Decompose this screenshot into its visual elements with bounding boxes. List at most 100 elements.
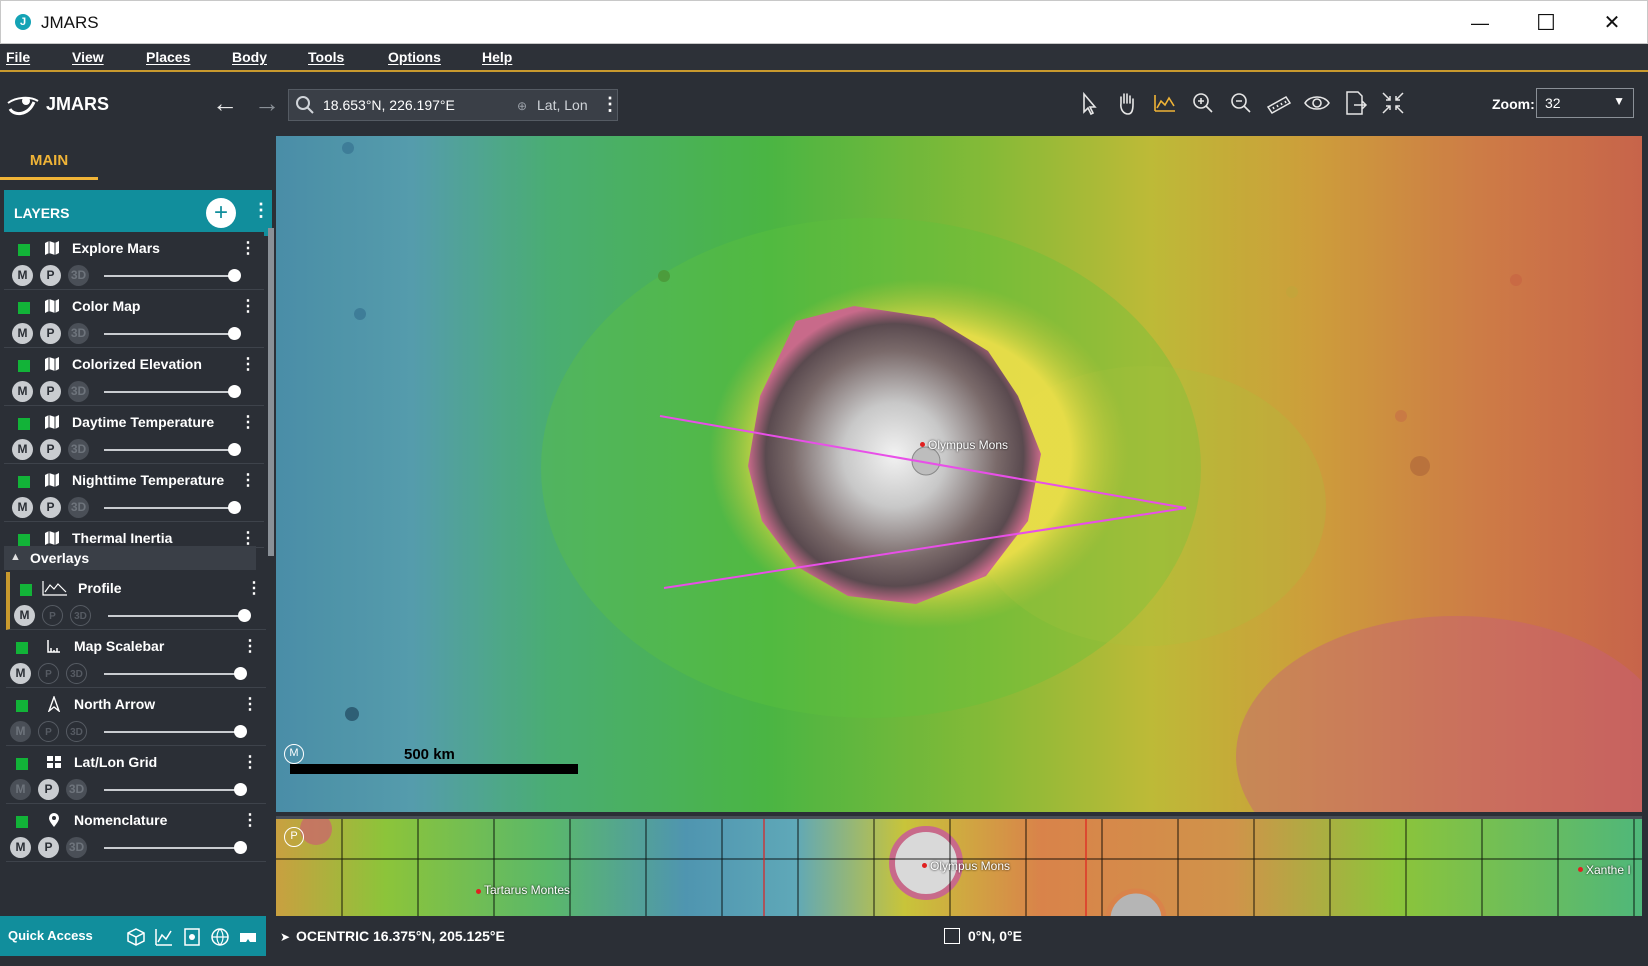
opacity-slider-knob[interactable] <box>234 783 247 796</box>
overlay-row[interactable]: North Arrow ⋮ M P 3D <box>6 688 266 746</box>
zoom-select[interactable]: 32 ▼ <box>1536 88 1634 118</box>
dashboard-icon[interactable] <box>182 927 202 947</box>
panner-view-toggle[interactable]: P <box>40 323 61 344</box>
main-view-toggle[interactable]: M <box>12 323 33 344</box>
chart-icon[interactable] <box>154 927 174 947</box>
layer-visibility-checkbox[interactable] <box>18 418 30 430</box>
menu-file[interactable]: File <box>6 49 30 65</box>
opacity-slider-knob[interactable] <box>234 841 247 854</box>
layer-visibility-checkbox[interactable] <box>18 476 30 488</box>
panner-view[interactable]: P Tartarus Montes Olympus Mons Xanthe I <box>276 816 1642 916</box>
zoom-in-icon[interactable] <box>1188 88 1218 118</box>
panner-view-toggle[interactable]: P <box>38 779 59 800</box>
3d-view-toggle[interactable]: 3D <box>68 381 89 402</box>
zoom-out-icon[interactable] <box>1226 88 1256 118</box>
3d-view-toggle[interactable]: 3D <box>68 497 89 518</box>
close-button[interactable]: ✕ <box>1589 5 1635 41</box>
opacity-slider-knob[interactable] <box>228 269 241 282</box>
layer-more-icon[interactable]: ⋮ <box>242 636 258 656</box>
minimize-button[interactable]: — <box>1457 5 1503 41</box>
3d-view-toggle[interactable]: 3D <box>68 323 89 344</box>
overlays-header[interactable]: ▲ Overlays <box>4 546 256 570</box>
layers-more-icon[interactable]: ⋮ <box>252 200 270 221</box>
add-layer-button[interactable]: + <box>206 198 236 228</box>
opacity-slider-knob[interactable] <box>228 327 241 340</box>
layer-more-icon[interactable]: ⋮ <box>242 810 258 830</box>
panner-view-toggle[interactable]: P <box>40 497 61 518</box>
layer-visibility-checkbox[interactable] <box>18 244 30 256</box>
forward-button[interactable]: → <box>254 88 280 119</box>
layer-row[interactable]: Thermal Inertia ⋮ <box>4 522 264 548</box>
layer-row[interactable]: Nighttime Temperature ⋮ M P 3D <box>4 464 264 522</box>
layer-more-icon[interactable]: ⋮ <box>240 470 256 490</box>
layer-visibility-checkbox[interactable] <box>18 360 30 372</box>
menu-places[interactable]: Places <box>146 49 190 65</box>
layer-more-icon[interactable]: ⋮ <box>246 578 262 598</box>
opacity-slider-knob[interactable] <box>228 385 241 398</box>
profile-chart-icon[interactable] <box>1150 88 1180 118</box>
layer-more-icon[interactable]: ⋮ <box>240 296 256 316</box>
search-more-icon[interactable]: ⋮ <box>601 94 619 115</box>
layer-visibility-checkbox[interactable] <box>18 302 30 314</box>
main-view-toggle[interactable]: M <box>10 663 31 684</box>
vr-headset-icon[interactable] <box>238 927 258 947</box>
export-icon[interactable] <box>1340 88 1370 118</box>
main-view-toggle[interactable]: M <box>12 497 33 518</box>
layer-visibility-checkbox[interactable] <box>16 816 28 828</box>
layer-visibility-checkbox[interactable] <box>20 584 32 596</box>
layer-row[interactable]: Explore Mars ⋮ M P 3D <box>4 232 264 290</box>
opacity-slider[interactable] <box>104 275 236 277</box>
opacity-slider-knob[interactable] <box>238 609 251 622</box>
opacity-slider-knob[interactable] <box>234 725 247 738</box>
opacity-slider-knob[interactable] <box>228 501 241 514</box>
overlay-row[interactable]: Profile ⋮ M P 3D <box>6 572 266 630</box>
layer-more-icon[interactable]: ⋮ <box>242 694 258 714</box>
main-map-view[interactable]: Olympus Mons 500 km M <box>276 136 1642 812</box>
layers-scrollbar[interactable] <box>268 228 274 556</box>
layer-visibility-checkbox[interactable] <box>16 700 28 712</box>
main-view-toggle[interactable]: M <box>14 605 35 626</box>
layer-more-icon[interactable]: ⋮ <box>240 528 256 548</box>
tab-main[interactable]: MAIN <box>0 144 98 180</box>
panner-view-toggle[interactable]: P <box>40 265 61 286</box>
menu-options[interactable]: Options <box>388 49 441 65</box>
pointer-icon[interactable] <box>1074 88 1104 118</box>
menu-tools[interactable]: Tools <box>308 49 344 65</box>
overlay-row[interactable]: Lat/Lon Grid ⋮ M P 3D <box>6 746 266 804</box>
maximize-button[interactable]: ☐ <box>1523 5 1569 41</box>
back-button[interactable]: ← <box>212 88 238 119</box>
fit-icon[interactable] <box>1378 88 1408 118</box>
opacity-slider-knob[interactable] <box>234 667 247 680</box>
layer-more-icon[interactable]: ⋮ <box>240 238 256 258</box>
3d-view-toggle[interactable]: 3D <box>66 837 87 858</box>
opacity-slider[interactable] <box>104 847 236 849</box>
opacity-slider[interactable] <box>104 391 236 393</box>
main-view-toggle[interactable]: M <box>10 837 31 858</box>
opacity-slider-knob[interactable] <box>228 443 241 456</box>
main-view-toggle[interactable]: M <box>12 439 33 460</box>
opacity-slider[interactable] <box>104 333 236 335</box>
main-view-toggle[interactable]: M <box>10 721 31 742</box>
layer-more-icon[interactable]: ⋮ <box>240 354 256 374</box>
hand-icon[interactable] <box>1112 88 1142 118</box>
main-view-toggle[interactable]: M <box>12 265 33 286</box>
cube-icon[interactable] <box>126 927 146 947</box>
layer-row[interactable]: Daytime Temperature ⋮ M P 3D <box>4 406 264 464</box>
opacity-slider[interactable] <box>104 507 236 509</box>
main-view-toggle[interactable]: M <box>12 381 33 402</box>
panner-view-toggle[interactable]: P <box>40 381 61 402</box>
layer-visibility-checkbox[interactable] <box>16 642 28 654</box>
eye-icon[interactable] <box>1302 88 1332 118</box>
coord-mode-selector[interactable]: Lat, Lon <box>537 97 588 113</box>
ruler-icon[interactable] <box>1264 88 1294 118</box>
layer-row[interactable]: Colorized Elevation ⋮ M P 3D <box>4 348 264 406</box>
panner-view-toggle[interactable]: P <box>38 837 59 858</box>
layer-visibility-checkbox[interactable] <box>16 758 28 770</box>
menu-view[interactable]: View <box>72 49 104 65</box>
opacity-slider[interactable] <box>108 615 240 617</box>
globe-icon[interactable] <box>210 927 230 947</box>
opacity-slider[interactable] <box>104 673 236 675</box>
menu-help[interactable]: Help <box>482 49 512 65</box>
panner-view-toggle[interactable]: P <box>40 439 61 460</box>
overlay-row[interactable]: Map Scalebar ⋮ M P 3D <box>6 630 266 688</box>
